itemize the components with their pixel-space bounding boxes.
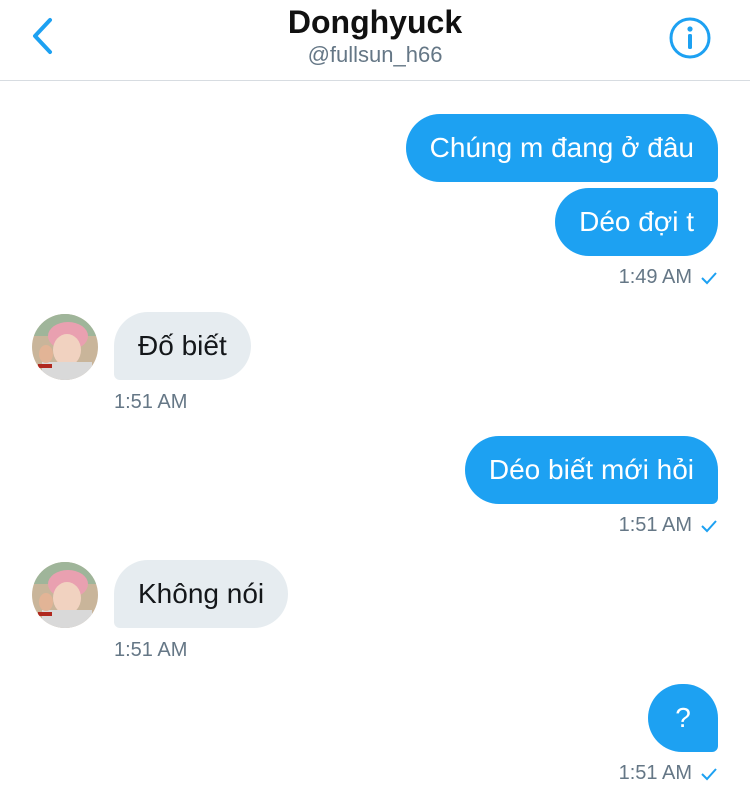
timestamp-text: 1:51 AM: [114, 391, 188, 413]
conversation-title: Donghyuck: [287, 4, 463, 40]
info-button[interactable]: [668, 16, 712, 60]
timestamp-text: 1:51 AM: [114, 639, 188, 661]
message-bubble-incoming[interactable]: Không nói: [114, 560, 289, 628]
avatar[interactable]: [32, 314, 98, 380]
message-timestamp: 1:51 AM: [114, 639, 187, 662]
avatar[interactable]: [32, 562, 98, 628]
message-timestamp: 1:51 AM: [619, 762, 718, 785]
sent-check-icon: [701, 519, 717, 532]
avatar-image: [32, 562, 98, 628]
timestamp-text: 1:51 AM: [618, 762, 692, 784]
message-timestamp: 1:51 AM: [114, 391, 187, 414]
timestamp-text: 1:51 AM: [618, 514, 692, 536]
conversation-handle: @fullsun_h66: [307, 42, 443, 67]
message-bubble-outgoing[interactable]: Déo biết mới hỏi: [464, 436, 718, 504]
message-timestamp: 1:51 AM: [619, 514, 718, 537]
avatar-image: [32, 314, 98, 380]
message-timestamp: 1:49 AM: [619, 266, 718, 289]
sent-check-icon: [701, 767, 717, 780]
timestamp-text: 1:49 AM: [618, 266, 692, 288]
message-bubble-incoming[interactable]: Đố biết: [114, 312, 251, 380]
message-bubble-outgoing[interactable]: ?: [648, 684, 718, 752]
message-bubble-outgoing[interactable]: Déo đợi t: [555, 188, 718, 256]
message-bubble-outgoing[interactable]: Chúng m đang ở đâu: [405, 114, 718, 182]
sent-check-icon: [701, 271, 717, 284]
info-icon: [669, 17, 711, 59]
conversation-title-block[interactable]: Donghyuck @fullsun_h66: [0, 2, 750, 68]
conversation-header: Donghyuck @fullsun_h66: [0, 0, 750, 81]
